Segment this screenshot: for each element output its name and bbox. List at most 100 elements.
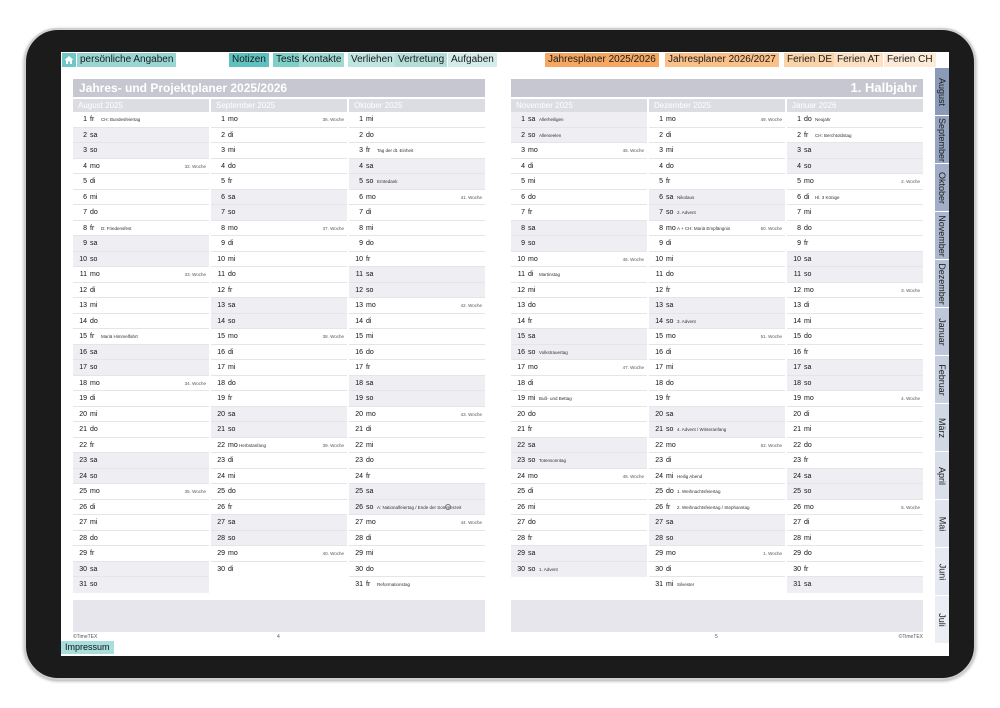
- day-row[interactable]: 8 fr D: Friedensfest: [73, 221, 209, 236]
- day-row[interactable]: 17 sa: [787, 360, 923, 376]
- topnav-tab-kontakte[interactable]: Kontakte: [299, 53, 345, 67]
- day-row[interactable]: 22 mi: [349, 438, 485, 453]
- day-row[interactable]: 27 sa: [211, 515, 347, 531]
- day-row[interactable]: 20 mi: [73, 407, 209, 422]
- day-row[interactable]: 23 sa: [73, 453, 209, 469]
- day-row[interactable]: 13 sa: [649, 298, 785, 314]
- day-row[interactable]: 15 mo 38. Woche: [211, 329, 347, 345]
- day-row[interactable]: 29 fr: [73, 546, 209, 562]
- month-tab-november[interactable]: November: [935, 212, 949, 259]
- day-row[interactable]: 19 fr: [211, 391, 347, 407]
- day-row[interactable]: 7 fr: [511, 205, 647, 221]
- day-row[interactable]: 18 so: [787, 375, 923, 391]
- month-tab-märz[interactable]: März: [935, 404, 949, 451]
- month-tab-september[interactable]: September: [935, 116, 949, 163]
- month-tab-april[interactable]: April: [935, 452, 949, 499]
- day-row[interactable]: 4 sa: [349, 158, 485, 174]
- day-row[interactable]: 21 mi: [787, 422, 923, 438]
- day-row[interactable]: 1 do Neujahr: [787, 112, 923, 128]
- day-row[interactable]: 20 mo 43. Woche: [349, 407, 485, 422]
- day-row[interactable]: 22 fr: [73, 438, 209, 453]
- day-row[interactable]: 26 di: [73, 500, 209, 515]
- month-tab-juli[interactable]: Juli: [935, 596, 949, 643]
- day-row[interactable]: 25 do 1. Weihnachtsfeiertag: [649, 484, 785, 500]
- day-row[interactable]: 2 do: [349, 128, 485, 143]
- topnav-tab-vertretung[interactable]: Vertretung: [395, 53, 448, 67]
- day-row[interactable]: 5 di: [73, 174, 209, 190]
- day-row[interactable]: 2 di: [211, 128, 347, 143]
- day-row[interactable]: 29 mo 40. Woche: [211, 546, 347, 562]
- day-row[interactable]: 4 mo 32. Woche: [73, 159, 209, 174]
- day-row[interactable]: 20 sa: [649, 406, 785, 422]
- house-icon[interactable]: [62, 53, 76, 67]
- day-row[interactable]: 25 do: [211, 484, 347, 500]
- day-row[interactable]: 5 so Erntedank: [349, 174, 485, 190]
- day-row[interactable]: 6 sa Nikolaus: [649, 189, 785, 205]
- day-row[interactable]: 18 sa: [349, 375, 485, 391]
- day-row[interactable]: 5 fr: [211, 174, 347, 190]
- day-row[interactable]: 4 di: [511, 159, 647, 174]
- day-row[interactable]: 21 di: [349, 422, 485, 438]
- day-row[interactable]: 24 fr: [349, 469, 485, 484]
- day-row[interactable]: 28 mi: [787, 531, 923, 546]
- day-row[interactable]: 28 so: [211, 530, 347, 546]
- day-row[interactable]: 11 di Martinstag: [511, 267, 647, 283]
- day-row[interactable]: 6 mo 41. Woche: [349, 190, 485, 205]
- day-row[interactable]: 14 fr: [511, 314, 647, 329]
- day-row[interactable]: 14 do: [73, 314, 209, 329]
- day-row[interactable]: 9 so: [511, 236, 647, 252]
- day-row[interactable]: 3 sa: [787, 143, 923, 159]
- day-row[interactable]: 13 sa: [211, 298, 347, 314]
- topnav-tab-jahresplaner-2026-2027[interactable]: Jahresplaner 2026/2027: [665, 53, 779, 67]
- day-row[interactable]: 30 di: [211, 562, 347, 578]
- day-row[interactable]: 14 mi: [787, 314, 923, 329]
- day-row[interactable]: 3 mi: [211, 143, 347, 159]
- day-row[interactable]: 11 sa: [349, 267, 485, 283]
- day-row[interactable]: 20 do: [511, 407, 647, 422]
- day-row[interactable]: 1 mo 49. Woche: [649, 112, 785, 128]
- day-row[interactable]: 1 fr CH: Bundesfeiertag: [73, 112, 209, 128]
- day-row[interactable]: 8 mo A + CH: Mariä Empfängnis 50. Woche: [649, 221, 785, 236]
- day-row[interactable]: 14 so 3. Advent: [649, 313, 785, 329]
- day-row[interactable]: 9 fr: [787, 236, 923, 252]
- day-row[interactable]: 16 sa: [73, 344, 209, 360]
- day-row[interactable]: 18 di: [511, 376, 647, 391]
- day-row[interactable]: 4 do: [211, 159, 347, 174]
- day-row[interactable]: 26 fr 2. Weihnachtsfeiertag / Stephanstag: [649, 500, 785, 515]
- day-row[interactable]: 12 fr: [211, 283, 347, 298]
- day-row[interactable]: 13 mo 42. Woche: [349, 298, 485, 314]
- day-row[interactable]: 3 fr Tag der dt. Einheit: [349, 143, 485, 159]
- day-row[interactable]: 27 do: [511, 515, 647, 531]
- day-row[interactable]: 24 so: [73, 468, 209, 484]
- day-row[interactable]: 12 mi: [511, 283, 647, 298]
- day-row[interactable]: 10 mi: [211, 252, 347, 267]
- day-row[interactable]: 17 mo 47. Woche: [511, 360, 647, 376]
- day-row[interactable]: 9 do: [349, 236, 485, 252]
- day-row[interactable]: 2 so Allerseelen: [511, 127, 647, 143]
- day-row[interactable]: 31 mi Silvester: [649, 577, 785, 593]
- day-row[interactable]: 15 mi: [349, 329, 485, 345]
- day-row[interactable]: 18 mo 34. Woche: [73, 376, 209, 391]
- day-row[interactable]: 3 so: [73, 143, 209, 159]
- month-tab-oktober[interactable]: Oktober: [935, 164, 949, 211]
- day-row[interactable]: 7 mi: [787, 205, 923, 221]
- day-row[interactable]: 10 fr: [349, 252, 485, 267]
- day-row[interactable]: 10 mo 46. Woche: [511, 252, 647, 267]
- day-row[interactable]: 2 fr CH: Berchtoldstag: [787, 128, 923, 143]
- day-row[interactable]: 11 do: [211, 267, 347, 283]
- day-row[interactable]: 29 do: [787, 546, 923, 562]
- day-row[interactable]: 23 di: [211, 453, 347, 469]
- day-row[interactable]: 13 mi: [73, 298, 209, 314]
- day-row[interactable]: 3 mo 45. Woche: [511, 143, 647, 159]
- day-row[interactable]: 17 mi: [211, 360, 347, 376]
- topnav-tab-jahresplaner-2025-2026[interactable]: Jahresplaner 2025/2026: [545, 53, 659, 67]
- day-row[interactable]: 16 so Volkstrauertag: [511, 344, 647, 360]
- day-row[interactable]: 1 sa Allerheiligen: [511, 112, 647, 128]
- day-row[interactable]: 12 mo 3. Woche: [787, 283, 923, 298]
- day-row[interactable]: 7 so 2. Advent: [649, 205, 785, 221]
- month-tab-august[interactable]: August: [935, 68, 949, 115]
- month-tab-mai[interactable]: Mai: [935, 500, 949, 547]
- day-row[interactable]: 19 mo 4. Woche: [787, 391, 923, 407]
- day-row[interactable]: 5 mi: [511, 174, 647, 190]
- topnav-tab-ferien-de[interactable]: Ferien DE: [784, 53, 836, 67]
